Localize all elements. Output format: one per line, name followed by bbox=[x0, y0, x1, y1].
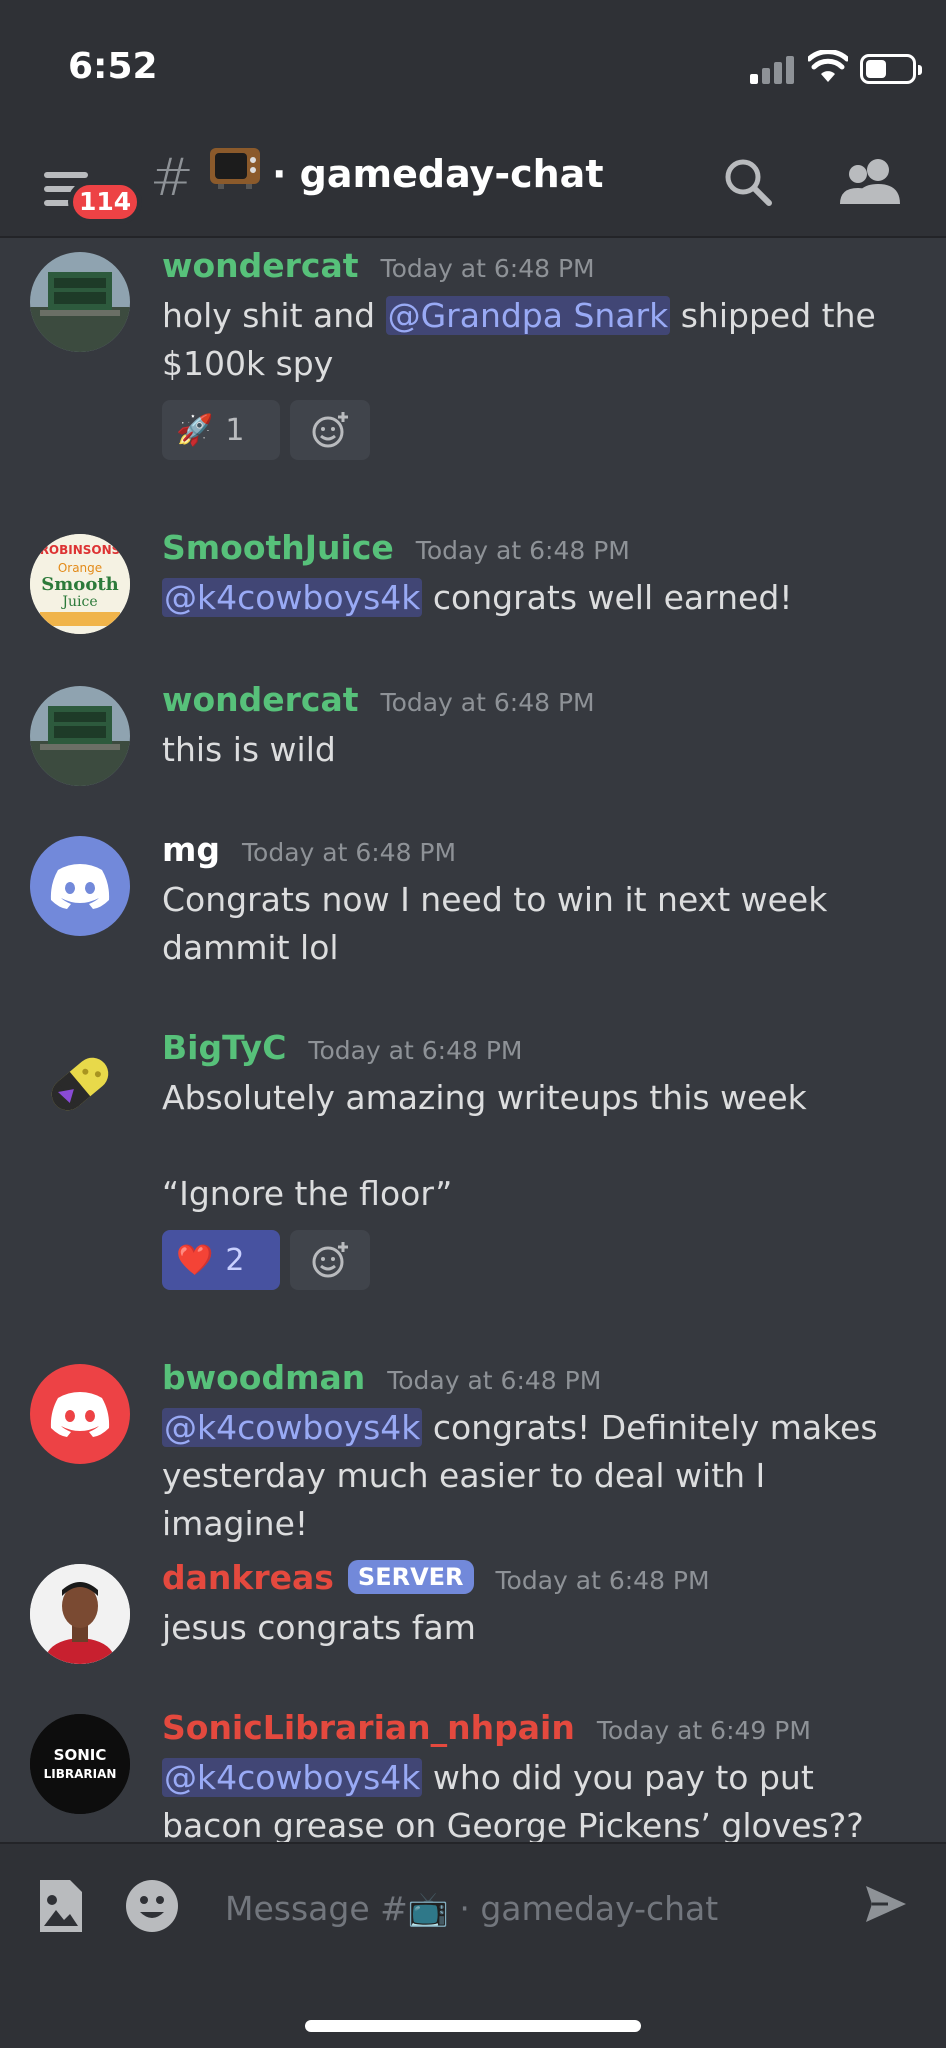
timestamp: Today at 6:48 PM bbox=[380, 254, 595, 283]
discord-logo-icon bbox=[50, 864, 110, 909]
message-list[interactable]: wondercat Today at 6:48 PM holy shit and… bbox=[0, 240, 946, 1842]
add-reaction-icon bbox=[312, 1242, 348, 1278]
emoji-icon[interactable] bbox=[124, 1878, 180, 1934]
sonic-librarian-avatar-image: SONIC LIBRARIAN bbox=[30, 1714, 130, 1814]
unread-badge: 114 bbox=[68, 180, 143, 224]
reactions-row: 🚀 1 bbox=[162, 400, 916, 460]
avatar-wondercat[interactable] bbox=[30, 686, 130, 786]
message-text: Congrats now I need to win it next week … bbox=[162, 880, 828, 967]
reaction-rocket[interactable]: 🚀 1 bbox=[162, 400, 280, 460]
message-body: SonicLibrarian_nhpain Today at 6:49 PM @… bbox=[162, 1708, 916, 1842]
reaction-count: 2 bbox=[225, 1242, 245, 1278]
juice-avatar-image: ROBINSONS Orange Smooth Juice bbox=[30, 534, 130, 634]
message-text: Absolutely amazing writeups this week bbox=[162, 1078, 807, 1117]
pill-avatar-image bbox=[51, 1057, 109, 1111]
user-mention[interactable]: @Grandpa Snark bbox=[385, 296, 671, 335]
channel-header: 114 # · gameday-chat bbox=[0, 130, 946, 238]
ballpark-avatar-image bbox=[30, 686, 130, 786]
message-text: jesus congrats fam bbox=[162, 1608, 476, 1647]
avatar-bigtyc[interactable] bbox=[30, 1034, 130, 1134]
username[interactable]: wondercat bbox=[162, 680, 359, 719]
rocket-icon: 🚀 bbox=[176, 412, 214, 448]
tv-icon bbox=[210, 148, 260, 189]
reaction-heart[interactable]: ❤️ 2 bbox=[162, 1230, 280, 1290]
timestamp: Today at 6:48 PM bbox=[308, 1036, 523, 1065]
message-body: mg Today at 6:48 PM Congrats now I need … bbox=[162, 830, 916, 972]
username[interactable]: SonicLibrarian_nhpain bbox=[162, 1708, 575, 1747]
user-mention[interactable]: @k4cowboys4k bbox=[162, 1408, 423, 1447]
message-body: wondercat Today at 6:48 PM holy shit and… bbox=[162, 246, 916, 460]
add-reaction-button[interactable] bbox=[290, 1230, 370, 1290]
username[interactable]: bwoodman bbox=[162, 1358, 365, 1397]
message-text: @k4cowboys4k congrats! Definitely makes … bbox=[162, 1404, 916, 1548]
avatar-flavor-text: Orange bbox=[58, 561, 102, 575]
message-text: this is wild bbox=[162, 730, 336, 769]
message-text: “Ignore the floor” bbox=[162, 1174, 453, 1213]
image-attach-icon[interactable] bbox=[36, 1876, 86, 1936]
message-text: @k4cowboys4k congrats well earned! bbox=[162, 574, 916, 622]
username[interactable]: mg bbox=[162, 830, 220, 869]
user-mention[interactable]: @k4cowboys4k bbox=[162, 578, 423, 617]
home-indicator bbox=[305, 2020, 641, 2032]
timestamp: Today at 6:49 PM bbox=[596, 1716, 811, 1745]
avatar-mg[interactable] bbox=[30, 836, 130, 936]
text-segment: congrats well earned! bbox=[422, 578, 793, 617]
status-time: 6:52 bbox=[68, 46, 158, 87]
username[interactable]: BigTyC bbox=[162, 1028, 286, 1067]
send-icon[interactable] bbox=[862, 1880, 910, 1928]
timestamp: Today at 6:48 PM bbox=[380, 688, 595, 717]
channel-hash-icon: # bbox=[150, 148, 194, 208]
avatar-text-line2: LIBRARIAN bbox=[44, 1767, 117, 1781]
avatar-bwoodman[interactable] bbox=[30, 1364, 130, 1464]
ballpark-avatar-image bbox=[30, 252, 130, 352]
message-text: holy shit and @Grandpa Snark shipped the… bbox=[162, 292, 916, 388]
search-icon[interactable] bbox=[722, 156, 774, 208]
status-bar: 6:52 bbox=[0, 0, 946, 130]
message-body: SmoothJuice Today at 6:48 PM @k4cowboys4… bbox=[162, 528, 916, 622]
heart-icon: ❤️ bbox=[176, 1242, 214, 1278]
avatar-smoothjuice[interactable]: ROBINSONS Orange Smooth Juice bbox=[30, 534, 130, 634]
message-composer bbox=[0, 1842, 946, 2048]
timestamp: Today at 6:48 PM bbox=[415, 536, 630, 565]
timestamp: Today at 6:48 PM bbox=[242, 838, 457, 867]
wifi-icon bbox=[808, 50, 848, 82]
server-menu-button[interactable]: 114 bbox=[40, 162, 143, 226]
message-body: wondercat Today at 6:48 PM this is wild bbox=[162, 680, 916, 774]
avatar-text-line1: SONIC bbox=[54, 1746, 107, 1764]
members-icon[interactable] bbox=[838, 156, 902, 208]
discord-logo-icon bbox=[50, 1392, 110, 1437]
avatar-line1-text: Smooth bbox=[41, 574, 118, 595]
reactions-row: ❤️ 2 bbox=[162, 1230, 916, 1290]
avatar-dankreas[interactable] bbox=[30, 1564, 130, 1664]
message-input[interactable] bbox=[225, 1880, 825, 1936]
server-tag-badge: SERVER bbox=[347, 1560, 474, 1594]
message-body: dankreas SERVER Today at 6:48 PM jesus c… bbox=[162, 1558, 916, 1652]
avatar-line2-text: Juice bbox=[60, 594, 97, 610]
reaction-count: 1 bbox=[225, 412, 245, 448]
username[interactable]: wondercat bbox=[162, 246, 359, 285]
channel-name[interactable]: · gameday-chat bbox=[272, 152, 603, 196]
battery-icon bbox=[860, 54, 922, 84]
text-segment: holy shit and bbox=[162, 296, 386, 335]
message-body: BigTyC Today at 6:48 PM Absolutely amazi… bbox=[162, 1028, 916, 1290]
timestamp: Today at 6:48 PM bbox=[387, 1366, 602, 1395]
message-body: bwoodman Today at 6:48 PM @k4cowboys4k c… bbox=[162, 1358, 916, 1548]
avatar-brand-text: ROBINSONS bbox=[40, 543, 121, 557]
username[interactable]: dankreas bbox=[162, 1558, 334, 1597]
avatar-wondercat[interactable] bbox=[30, 252, 130, 352]
add-reaction-button[interactable] bbox=[290, 400, 370, 460]
user-mention[interactable]: @k4cowboys4k bbox=[162, 1758, 423, 1797]
cellular-signal-icon bbox=[750, 56, 794, 84]
username[interactable]: SmoothJuice bbox=[162, 528, 394, 567]
add-reaction-icon bbox=[312, 412, 348, 448]
message-text: @k4cowboys4k who did you pay to put baco… bbox=[162, 1754, 916, 1842]
avatar-soniclibrarian[interactable]: SONIC LIBRARIAN bbox=[30, 1714, 130, 1814]
timestamp: Today at 6:48 PM bbox=[495, 1566, 710, 1595]
player-avatar-image bbox=[30, 1564, 130, 1664]
